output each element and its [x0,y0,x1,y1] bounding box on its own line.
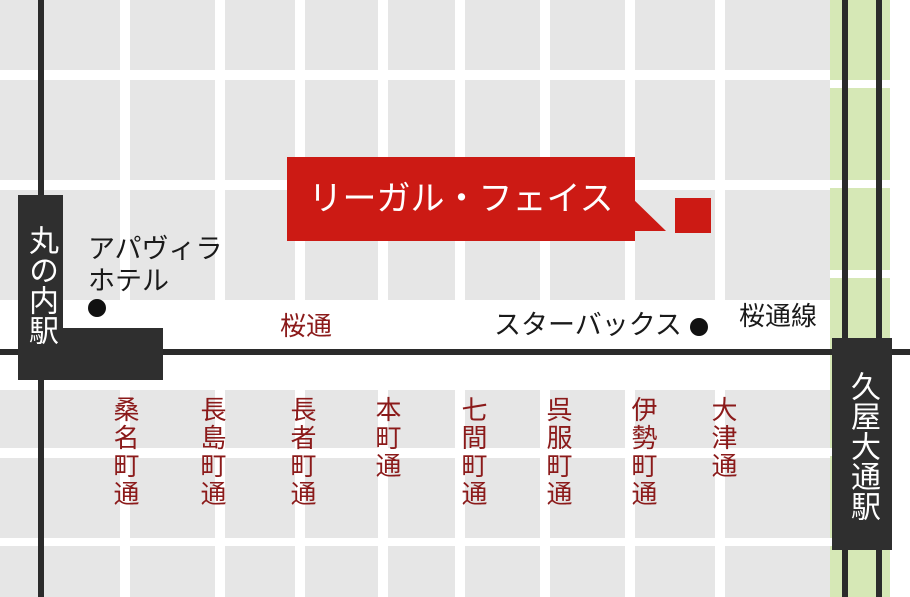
cross-street-honmachi: 本町通 [371,396,401,480]
marunouchi-station-label: 丸の内駅 [23,225,58,345]
hotel-name-line1: アパヴィラ [88,234,223,265]
sakura-dori-line-label: 桜通線 [739,302,818,332]
street [715,0,725,597]
destination-marker-icon[interactable] [675,198,711,233]
sakura-dori-label: 桜通 [280,312,333,342]
cross-street-chojamachi: 長者町通 [286,396,316,508]
cross-street-kuwana: 桑名町通 [109,396,139,508]
starbucks-dot-icon [690,318,708,336]
cross-street-ise: 伊勢町通 [627,396,657,508]
hisaya-odori-station-label: 久屋大通駅 [845,371,880,521]
marunouchi-station-wing [60,328,163,380]
street [378,0,388,597]
hotel-dot-icon [88,299,106,317]
area-map: 丸の内駅 久屋大通駅 リーガル・フェイス アパヴィラ ホテル スターバックス 桜… [0,0,910,597]
cross-street-nagashima: 長島町通 [196,396,226,508]
cross-street-gofuku: 呉服町通 [542,396,572,508]
cross-street-shichiken: 七間町通 [457,396,487,508]
cross-street-otsu: 大津通 [707,396,737,480]
destination-name: リーガル・フェイス [308,179,614,219]
callout-pointer [630,196,666,231]
starbucks-label: スターバックス [494,310,682,341]
hotel-name-line2: ホテル [88,266,169,297]
